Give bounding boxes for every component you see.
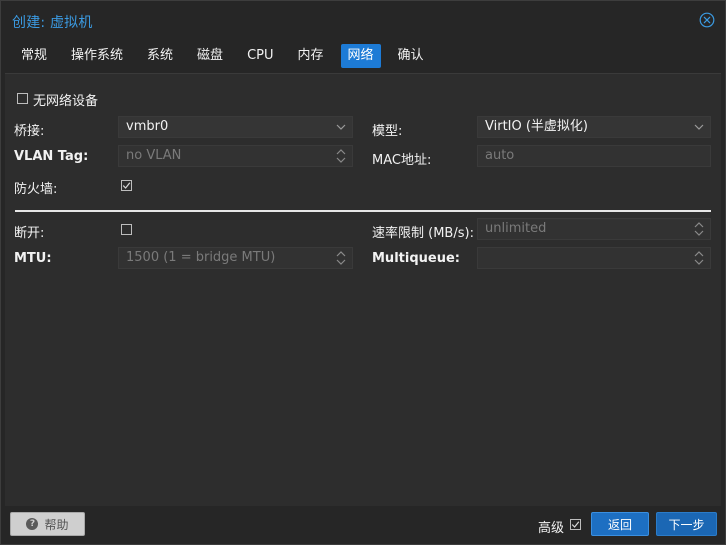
vlan-tag-placeholder: no VLAN [126, 148, 182, 163]
create-vm-dialog: 创建: 虚拟机 常规 操作系统 系统 磁盘 CPU 内存 网络 确认 无网络设备… [0, 0, 726, 545]
advanced-label: 高级 [538, 521, 565, 536]
firewall-label: 防火墙: [14, 182, 58, 197]
multiqueue-spinner[interactable] [477, 247, 711, 269]
section-divider [15, 210, 711, 212]
mtu-spinner[interactable]: 1500 (1 = bridge MTU) [118, 247, 353, 269]
close-icon[interactable] [699, 12, 715, 28]
rate-limit-spinner[interactable]: unlimited [477, 218, 711, 240]
mtu-label: MTU: [14, 251, 52, 266]
spinner-icon[interactable] [335, 146, 347, 166]
mac-address-placeholder: auto [485, 148, 515, 163]
vlan-tag-label: VLAN Tag: [14, 149, 89, 164]
tab-network[interactable]: 网络 [340, 44, 381, 68]
tab-system[interactable]: 系统 [140, 44, 180, 68]
vlan-tag-spinner[interactable]: no VLAN [118, 145, 353, 167]
bridge-select[interactable]: vmbr0 [118, 116, 353, 138]
firewall-checkbox[interactable] [121, 180, 132, 191]
question-icon: ? [26, 518, 39, 530]
tab-cpu[interactable]: CPU [240, 44, 280, 68]
multiqueue-label: Multiqueue: [372, 251, 460, 266]
next-button[interactable]: 下一步 [656, 512, 717, 536]
check-icon [571, 521, 580, 528]
tab-os[interactable]: 操作系统 [64, 44, 130, 68]
tab-bar: 常规 操作系统 系统 磁盘 CPU 内存 网络 确认 [14, 44, 441, 68]
model-select[interactable]: VirtIO (半虚拟化) [477, 116, 711, 138]
disconnect-checkbox[interactable] [121, 224, 132, 235]
mtu-placeholder: 1500 (1 = bridge MTU) [126, 250, 276, 265]
spinner-icon[interactable] [693, 248, 705, 268]
chevron-down-icon[interactable] [335, 117, 347, 137]
bridge-value: vmbr0 [126, 119, 169, 134]
tab-general[interactable]: 常规 [14, 44, 54, 68]
dialog-title: 创建: 虚拟机 [12, 15, 93, 31]
back-button[interactable]: 返回 [591, 512, 649, 536]
mac-address-label: MAC地址: [372, 153, 432, 168]
chevron-down-icon[interactable] [693, 117, 705, 137]
disconnect-label: 断开: [14, 226, 45, 241]
no-network-checkbox[interactable] [17, 93, 28, 104]
dialog-titlebar: 创建: 虚拟机 [1, 1, 725, 39]
check-icon [122, 182, 131, 189]
tab-memory[interactable]: 内存 [291, 44, 331, 68]
no-network-label: 无网络设备 [33, 94, 99, 109]
rate-limit-placeholder: unlimited [485, 221, 547, 236]
rate-limit-label: 速率限制 (MB/s): [372, 226, 474, 241]
spinner-icon[interactable] [693, 219, 705, 239]
spinner-icon[interactable] [335, 248, 347, 268]
network-panel: 无网络设备 桥接: vmbr0 模型: VirtIO (半虚拟化) VLAN T… [5, 73, 721, 507]
tab-disks[interactable]: 磁盘 [190, 44, 230, 68]
help-button[interactable]: ? 帮助 [10, 512, 85, 536]
dialog-footer: ? 帮助 高级 返回 下一步 [1, 506, 725, 544]
mac-address-input[interactable]: auto [477, 145, 711, 167]
bridge-label: 桥接: [14, 124, 45, 139]
model-label: 模型: [372, 124, 403, 139]
model-value: VirtIO (半虚拟化) [485, 119, 589, 134]
help-button-label: 帮助 [44, 517, 69, 532]
tab-confirm[interactable]: 确认 [391, 44, 431, 68]
advanced-checkbox[interactable] [570, 519, 581, 530]
